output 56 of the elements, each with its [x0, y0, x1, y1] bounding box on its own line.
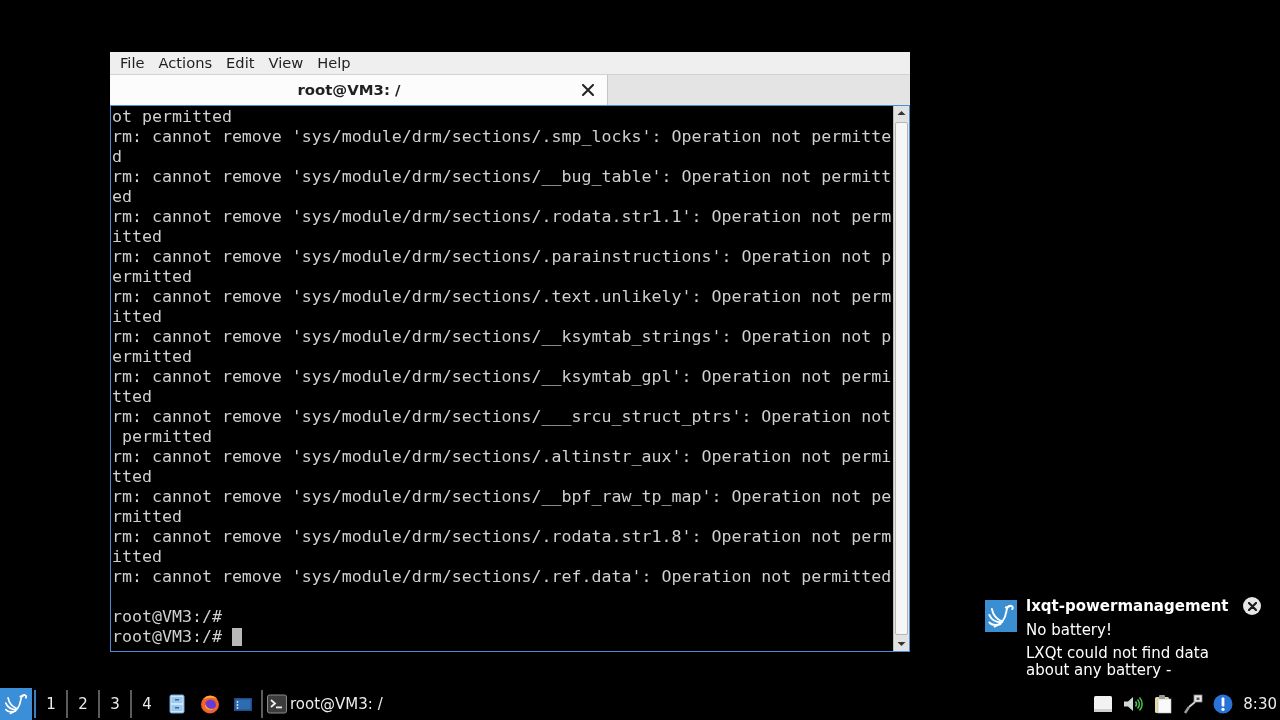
terminal-line: permitted	[121, 427, 212, 447]
desktop-button[interactable]: 1	[38, 688, 64, 720]
terminal-line: tted	[112, 387, 152, 407]
terminal-line: rm: cannot remove 'sys/module/drm/sections/.altinstr_aux': Operation not permi	[112, 447, 892, 467]
terminal-line: rm: cannot remove 'sys/module/drm/sections/.smp_locks': Operation not permitte	[112, 127, 892, 147]
menu-item[interactable]: View	[261, 52, 311, 74]
terminal-line: rmitted	[112, 507, 182, 527]
clipboard-icon[interactable]	[1153, 694, 1174, 714]
terminal-line: itted	[112, 547, 162, 567]
start-menu-button[interactable]	[0, 688, 32, 720]
prompt-text: root@VM3:/#	[112, 607, 222, 627]
terminal-line: rm: cannot remove 'sys/module/drm/sections/__bug_table': Operation not permitt	[112, 167, 892, 187]
menu-item[interactable]: Edit	[219, 52, 262, 74]
terminal-line: ermitted	[112, 267, 192, 287]
desktop-button[interactable]: 3	[102, 688, 128, 720]
terminal-line: rm: cannot remove 'sys/module/drm/sections/.rodata.str1.1': Operation not perm	[112, 207, 892, 227]
close-icon	[582, 84, 594, 96]
desktop-button[interactable]: 4	[134, 688, 160, 720]
task-button[interactable]: root@VM3: /	[265, 688, 387, 720]
terminal-line: rm: cannot remove 'sys/module/drm/sections/___srcu_struct_ptrs': Operation not	[112, 407, 892, 427]
menu-item[interactable]: File	[113, 52, 152, 74]
terminal-line: itted	[112, 227, 162, 247]
terminal-line: rm: cannot remove 'sys/module/drm/sections/.rodata.str1.8': Operation not perm	[112, 527, 892, 547]
terminal-line: rm: cannot remove 'sys/module/drm/sections/.parainstructions': Operation not p	[112, 247, 892, 267]
terminal-line: tted	[112, 467, 152, 487]
bird-logo-icon	[985, 600, 1017, 632]
terminal-line: rm: cannot remove 'sys/module/drm/sections/.text.unlikely': Operation not perm	[112, 287, 892, 307]
terminal-line: itted	[112, 307, 162, 327]
notification-body: LXQt could not find data about any battery -	[1026, 645, 1210, 679]
scrollbar[interactable]	[893, 106, 909, 651]
terminal-line: rm: cannot remove 'sys/module/drm/sections/__ksymtab_strings': Operation not p	[112, 327, 892, 347]
alert-icon[interactable]	[1213, 694, 1234, 714]
notification-title: lxqt-powermanagement	[1026, 597, 1229, 615]
terminal-line: rm: cannot remove 'sys/module/drm/sections/.ref.data': Operation not permitted	[112, 567, 892, 587]
globe-icon[interactable]	[199, 694, 220, 714]
prompt-text: root@VM3:/#	[112, 627, 222, 647]
scrollbar-thumb[interactable]	[895, 122, 908, 635]
terminal-line: ot permitted	[112, 107, 232, 127]
desktop-button[interactable]: 2	[70, 688, 96, 720]
notification-summary: No battery!	[1026, 621, 1113, 639]
menu-item[interactable]: Help	[310, 52, 358, 74]
terminal-line: rm: cannot remove 'sys/module/drm/sections/__ksymtab_gpl': Operation not permi	[112, 367, 892, 387]
close-icon	[1247, 601, 1257, 611]
speaker-icon[interactable]	[1123, 694, 1144, 714]
terminal-tab[interactable]: root@VM3: /	[110, 75, 608, 105]
notification-close-button[interactable]	[1243, 597, 1261, 615]
terminal-line: d	[112, 147, 122, 167]
clock-text: 8:30	[1242, 695, 1278, 713]
network-plug-icon[interactable]	[1183, 694, 1204, 714]
terminal-line: ermitted	[112, 347, 192, 367]
file-cabinet-icon[interactable]	[166, 694, 187, 714]
terminal-icon	[267, 694, 287, 714]
drive-icon[interactable]	[1093, 694, 1114, 714]
menu-item[interactable]: Actions	[151, 52, 220, 74]
terminal-line: rm: cannot remove 'sys/module/drm/sections/__bpf_raw_tp_map': Operation not pe	[112, 487, 892, 507]
terminal-line: ed	[112, 187, 132, 207]
